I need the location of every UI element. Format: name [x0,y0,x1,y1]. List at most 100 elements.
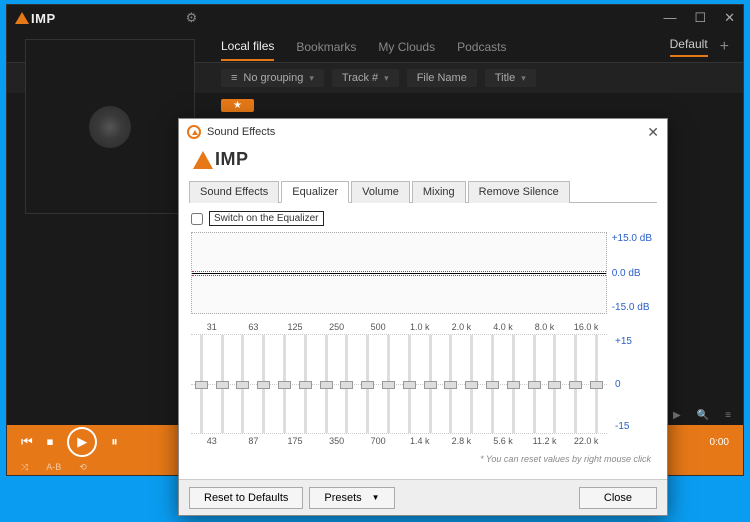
gear-icon[interactable]: ⚙ [186,10,198,26]
col-title-label: Title [495,72,515,84]
tab-bookmarks[interactable]: Bookmarks [296,34,356,60]
play-button[interactable]: ▶ [67,427,97,457]
maximize-button[interactable]: ☐ [694,10,706,26]
column-filename[interactable]: File Name [407,69,477,87]
slider-thumb[interactable] [382,381,395,389]
tab-remove-silence[interactable]: Remove Silence [468,181,570,203]
eq-slider-8[interactable] [357,335,378,433]
slider-thumb[interactable] [299,381,312,389]
slider-thumb[interactable] [465,381,478,389]
slider-thumb[interactable] [340,381,353,389]
freq-top-3: 250 [316,322,358,332]
tab-podcasts[interactable]: Podcasts [457,34,506,60]
tab-volume[interactable]: Volume [351,181,410,203]
freq-top-5: 1.0 k [399,322,441,332]
eq-slider-3[interactable] [253,335,274,433]
app-logo: IMP [15,11,56,26]
slider-thumb[interactable] [528,381,541,389]
equalizer-checkbox[interactable] [191,213,203,225]
freq-top-0: 31 [191,322,233,332]
shuffle-button[interactable]: ⤨ [21,462,28,473]
dialog-footer: Reset to Defaults Presets▼ Close [179,479,667,515]
search-icon[interactable]: 🔍 [697,410,709,421]
dialog-close-icon[interactable]: ✕ [647,124,659,141]
slider-thumb[interactable] [444,381,457,389]
eq-slider-4[interactable] [274,335,295,433]
column-title[interactable]: Title▾ [485,69,536,87]
eq-slider-15[interactable] [503,335,524,433]
eq-slider-6[interactable] [316,335,337,433]
tab-my-clouds[interactable]: My Clouds [378,34,435,60]
grouping-dropdown[interactable]: ≡No grouping▾ [221,69,324,87]
tab-local-files[interactable]: Local files [221,33,274,61]
eq-slider-11[interactable] [420,335,441,433]
eq-sliders-wrap: +15 0 -15 [191,334,655,434]
slider-thumb[interactable] [486,381,499,389]
eq-slider-1[interactable] [212,335,233,433]
eq-slider-7[interactable] [337,335,358,433]
col-filename-label: File Name [417,72,467,84]
slider-thumb[interactable] [278,381,291,389]
eq-slider-17[interactable] [545,335,566,433]
minimize-button[interactable]: — [663,10,676,26]
eq-slider-19[interactable] [586,335,607,433]
add-playlist-button[interactable]: + [720,38,729,56]
db-mid: 0.0 dB [612,268,652,279]
stop-button[interactable]: ⏹ [47,434,54,450]
freq-top-4: 500 [357,322,399,332]
eq-slider-5[interactable] [295,335,316,433]
freq-labels-top: 31631252505001.0 k2.0 k4.0 k8.0 k16.0 k [191,322,607,332]
slider-thumb[interactable] [361,381,374,389]
repeat-button[interactable]: ⟲ [79,462,87,473]
eq-slider-9[interactable] [378,335,399,433]
menu-icon[interactable]: ≡ [725,410,731,421]
reset-button[interactable]: Reset to Defaults [189,487,303,509]
forward-icon[interactable]: ▶ [673,410,681,421]
slider-thumb[interactable] [195,381,208,389]
equalizer-switch-label[interactable]: Switch on the Equalizer [209,211,324,226]
eq-slider-0[interactable] [191,335,212,433]
dialog-brand: IMP [179,145,667,180]
slider-thumb[interactable] [236,381,249,389]
eq-slider-18[interactable] [565,335,586,433]
eq-slider-14[interactable] [482,335,503,433]
tab-mixing[interactable]: Mixing [412,181,466,203]
tab-sound-effects[interactable]: Sound Effects [189,181,279,203]
album-art-area [25,39,195,214]
tab-equalizer[interactable]: Equalizer [281,181,349,203]
slider-thumb[interactable] [320,381,333,389]
freq-top-1: 63 [233,322,275,332]
slider-thumb[interactable] [569,381,582,389]
scale-mid: 0 [615,379,655,390]
column-track[interactable]: Track #▾ [332,69,399,87]
slider-thumb[interactable] [548,381,561,389]
slider-thumb[interactable] [403,381,416,389]
presets-button[interactable]: Presets▼ [309,487,394,509]
slider-thumb[interactable] [507,381,520,389]
playlist-default[interactable]: Default [670,37,708,57]
close-button[interactable]: Close [579,487,657,509]
slider-thumb[interactable] [216,381,229,389]
slider-thumb[interactable] [257,381,270,389]
prev-button[interactable]: ⏮ [21,434,33,450]
slider-scale: +15 0 -15 [615,334,655,434]
freq-top-2: 125 [274,322,316,332]
db-top: +15.0 dB [612,233,652,244]
slider-thumb[interactable] [424,381,437,389]
slider-thumb[interactable] [590,381,603,389]
close-button[interactable]: ✕ [724,10,735,26]
ab-repeat-button[interactable]: A-B [46,462,61,472]
rating-filter[interactable]: ★ [221,99,254,112]
dialog-title: Sound Effects [207,126,275,138]
freq-bot-3: 350 [316,436,358,446]
eq-slider-12[interactable] [441,335,462,433]
pause-button[interactable]: ⏸ [111,434,118,450]
eq-slider-2[interactable] [233,335,254,433]
eq-slider-10[interactable] [399,335,420,433]
freq-top-8: 8.0 k [524,322,566,332]
eq-slider-16[interactable] [524,335,545,433]
freq-bot-2: 175 [274,436,316,446]
window-controls: — ☐ ✕ [663,10,735,26]
eq-slider-13[interactable] [461,335,482,433]
logo-triangle-icon [15,12,29,24]
